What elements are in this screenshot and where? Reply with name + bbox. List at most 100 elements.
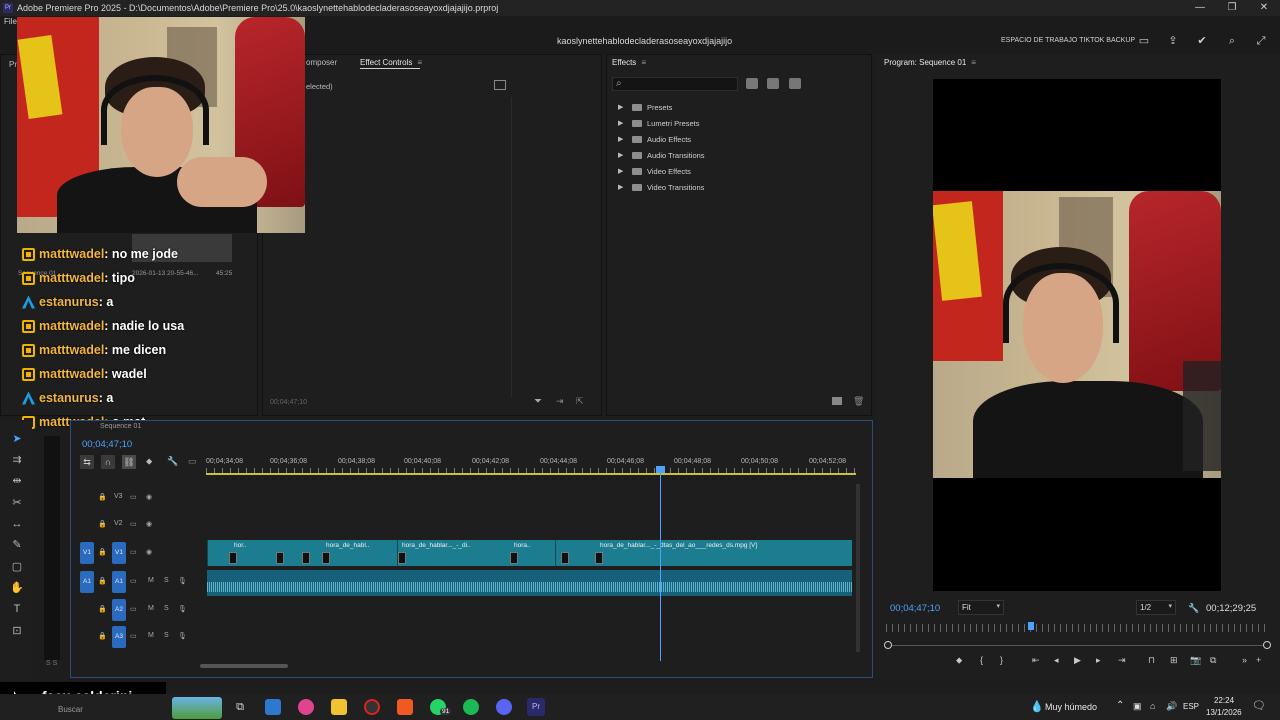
razor-tool-icon[interactable]: ✂: [10, 496, 24, 510]
camera-icon[interactable]: 📷: [1190, 655, 1201, 666]
yuv-effects-icon[interactable]: [789, 78, 801, 89]
effects-tree-item[interactable]: ▶ Presets: [618, 100, 672, 114]
effects-tree-item[interactable]: ▶ Video Transitions: [618, 180, 704, 194]
task-view-icon[interactable]: ⧉: [232, 699, 248, 715]
effects-search-input[interactable]: ⌕: [612, 77, 738, 91]
extract-icon[interactable]: ⊞: [1170, 655, 1178, 666]
wrench-icon[interactable]: 🔧: [167, 456, 178, 467]
mute-button[interactable]: M: [148, 605, 154, 612]
caption-tool-icon[interactable]: ⊡: [10, 624, 24, 638]
mic-icon[interactable]: 🎙: [178, 632, 187, 640]
vertical-scrollbar[interactable]: [856, 484, 860, 652]
clock-date[interactable]: 13/1/2026: [1206, 708, 1242, 717]
solo-button[interactable]: S: [164, 632, 169, 639]
tab-composer[interactable]: omposer: [306, 58, 337, 67]
ripple-edit-tool-icon[interactable]: ⇹: [10, 474, 24, 488]
playhead-handle[interactable]: [656, 466, 665, 473]
zoom-handle-right[interactable]: [1263, 641, 1271, 649]
step-back-icon[interactable]: ◂: [1054, 655, 1059, 666]
chevron-right-icon[interactable]: ▶: [618, 135, 628, 143]
brave-icon[interactable]: [397, 699, 413, 715]
track-header-v3[interactable]: 🔒 V3 ▭ ◉: [72, 486, 206, 512]
solo-button[interactable]: S: [164, 577, 169, 584]
snap-icon[interactable]: ∩: [101, 455, 115, 469]
sync-lock-icon[interactable]: ▭: [130, 632, 137, 640]
program-playhead[interactable]: [1028, 622, 1034, 630]
sync-lock-icon[interactable]: ▭: [130, 605, 137, 613]
search-highlight-image[interactable]: [172, 697, 222, 719]
tab-project[interactable]: Pr: [9, 60, 17, 69]
timeline-timecode[interactable]: 00;04;47;10: [82, 439, 132, 450]
track-header-v2[interactable]: 🔒 V2 ▭ ◉: [72, 513, 206, 539]
fullscreen-icon[interactable]: ⤢: [1254, 34, 1268, 48]
track-header-a3[interactable]: 🔒 A3 ▭ M S 🎙: [72, 625, 206, 651]
mute-button[interactable]: M: [148, 577, 154, 584]
folder-icon[interactable]: [331, 699, 347, 715]
accelerated-effects-icon[interactable]: [746, 78, 758, 89]
more-icon[interactable]: »: [1242, 655, 1247, 665]
linked-selection-icon[interactable]: ⛓: [122, 455, 136, 469]
go-to-in-icon[interactable]: ⇤: [1032, 655, 1040, 666]
store-icon[interactable]: [265, 699, 281, 715]
tab-effect-controls[interactable]: Effect Controls ≡: [360, 58, 422, 67]
caption-track-icon[interactable]: ▭: [188, 456, 197, 467]
track-name[interactable]: A2: [112, 599, 126, 621]
effects-tree-item[interactable]: ▶ Lumetri Presets: [618, 116, 700, 130]
tray-icon[interactable]: ▣: [1133, 701, 1142, 712]
effects-tree-item[interactable]: ▶ Video Effects: [618, 164, 691, 178]
chevron-right-icon[interactable]: ▶: [618, 183, 628, 191]
close-button[interactable]: ✕: [1248, 0, 1280, 16]
track-header-a2[interactable]: 🔒 A2 ▭ M S 🎙: [72, 598, 206, 624]
sync-lock-icon[interactable]: ▭: [130, 548, 137, 556]
program-zoom-bar[interactable]: [886, 645, 1270, 646]
filter-icon[interactable]: ⏷: [534, 396, 542, 407]
workspace-selector[interactable]: ESPACIO DE TRABAJO TIKTOK BACKUP: [1001, 37, 1135, 44]
mark-in-icon[interactable]: {: [980, 655, 983, 665]
hamburger-icon[interactable]: ≡: [641, 58, 646, 67]
comparison-view-icon[interactable]: ⧉: [1210, 655, 1216, 666]
lock-icon[interactable]: 🔒: [98, 577, 107, 585]
rectangle-tool-icon[interactable]: ▢: [10, 560, 24, 574]
playhead[interactable]: [660, 466, 661, 661]
track-select-tool-icon[interactable]: ⇉: [10, 453, 24, 467]
slip-tool-icon[interactable]: ↔: [10, 517, 24, 531]
hamburger-icon[interactable]: ≡: [417, 58, 422, 67]
network-icon[interactable]: ⌂: [1150, 701, 1155, 711]
insert-sequence-icon[interactable]: ⇆: [80, 455, 94, 469]
32bit-effects-icon[interactable]: [767, 78, 779, 89]
effects-tree-item[interactable]: ▶ Audio Transitions: [618, 148, 705, 162]
mark-out-icon[interactable]: }: [1000, 655, 1003, 665]
program-timecode[interactable]: 00;04;47;10: [890, 603, 940, 614]
hamburger-icon[interactable]: ≡: [971, 58, 976, 67]
mute-button[interactable]: M: [148, 632, 154, 639]
lock-icon[interactable]: 🔒: [98, 632, 107, 640]
export-icon[interactable]: ⇥: [556, 396, 564, 407]
zoom-handle-left[interactable]: [884, 641, 892, 649]
weather-text[interactable]: Muy húmedo: [1045, 702, 1097, 712]
panel-toggle-icon[interactable]: [494, 80, 506, 90]
track-name[interactable]: A1: [112, 571, 126, 593]
trash-icon[interactable]: 🗑: [853, 396, 864, 407]
panel-icon[interactable]: ▭: [1137, 34, 1151, 48]
mic-icon[interactable]: 🎙: [178, 577, 187, 585]
lock-icon[interactable]: 🔒: [98, 520, 107, 528]
work-area-bar[interactable]: [206, 473, 856, 475]
effects-tree-item[interactable]: ▶ Audio Effects: [618, 132, 691, 146]
new-bin-icon[interactable]: [832, 397, 842, 405]
chrome-icon[interactable]: [364, 699, 380, 715]
track-name[interactable]: A3: [112, 626, 126, 648]
discord-icon[interactable]: [496, 699, 512, 715]
play-icon[interactable]: ▶: [1074, 655, 1081, 666]
add-button-icon[interactable]: +: [1256, 655, 1261, 665]
sync-lock-icon[interactable]: ▭: [130, 577, 137, 585]
eye-icon[interactable]: ◉: [146, 493, 152, 501]
taskbar-search[interactable]: Buscar: [58, 705, 83, 714]
chevron-right-icon[interactable]: ▶: [618, 103, 628, 111]
solo-button[interactable]: S: [164, 605, 169, 612]
lock-icon[interactable]: 🔒: [98, 548, 107, 556]
app-icon[interactable]: [298, 699, 314, 715]
track-header-v1[interactable]: V1 🔒 V1 ▭ ◉: [72, 541, 206, 567]
chevron-up-icon[interactable]: ⌃: [1116, 700, 1124, 711]
sync-lock-icon[interactable]: ▭: [130, 493, 137, 501]
pen-tool-icon[interactable]: ✎: [10, 538, 24, 552]
